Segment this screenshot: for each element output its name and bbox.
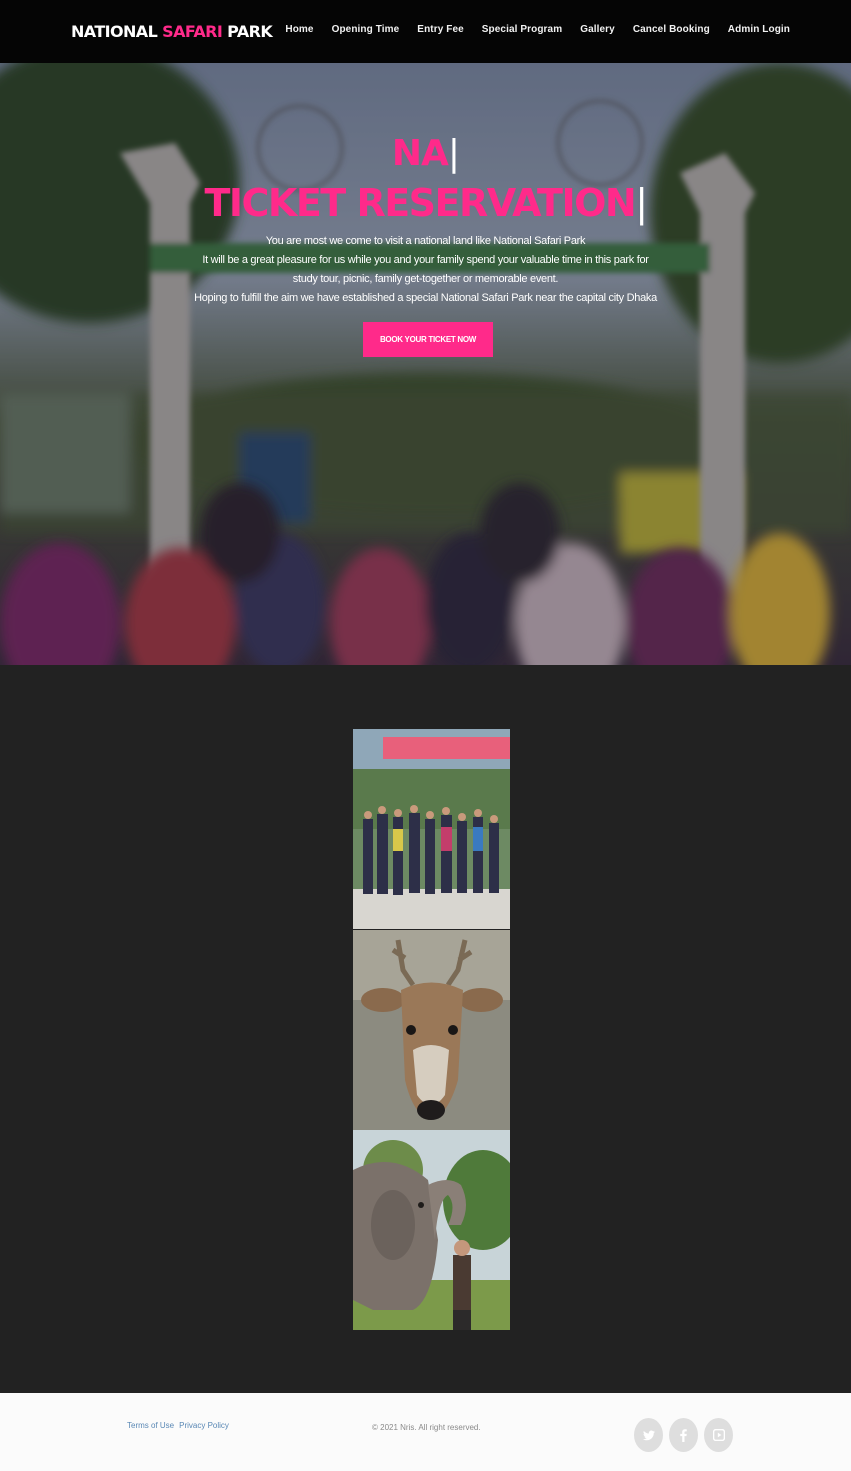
- brand-logo[interactable]: NATIONAL SAFARI PARK: [71, 22, 273, 41]
- nav-gallery[interactable]: Gallery: [580, 24, 615, 35]
- hero-paragraph-line: It will be a great pleasure for us while…: [202, 254, 649, 266]
- group-at-gate-image: [353, 729, 510, 929]
- hero-paragraph-line: You are most we come to visit a national…: [265, 235, 586, 247]
- gallery-photo-group[interactable]: [353, 729, 510, 929]
- privacy-policy-link[interactable]: Privacy Policy: [179, 1421, 229, 1430]
- deer-image: [353, 930, 510, 1130]
- typing-caret-2: |: [635, 181, 648, 225]
- social-links: [634, 1418, 733, 1452]
- hero-title-line-1: NA: [391, 133, 449, 174]
- footer-links: Terms of Use Privacy Policy: [127, 1421, 229, 1430]
- terms-of-use-link[interactable]: Terms of Use: [127, 1421, 174, 1430]
- elephant-image: [353, 1130, 510, 1330]
- nav-special-program[interactable]: Special Program: [482, 24, 562, 35]
- hero-paragraph-line: study tour, picnic, family get-together …: [292, 273, 559, 285]
- book-ticket-button[interactable]: BOOK YOUR TICKET NOW: [363, 322, 493, 357]
- twitter-icon[interactable]: [634, 1418, 663, 1452]
- nav-home[interactable]: Home: [285, 24, 313, 35]
- nav-opening-time[interactable]: Opening Time: [332, 24, 400, 35]
- copyright-text: © 2021 Nris. All right reserved.: [372, 1423, 481, 1432]
- gallery-photo-deer[interactable]: [353, 930, 510, 1130]
- footer: Terms of Use Privacy Policy © 2021 Nris.…: [0, 1393, 851, 1471]
- brand-part-1: NATIONAL: [71, 22, 163, 41]
- navbar: NATIONAL SAFARI PARK Home Opening Time E…: [0, 0, 851, 63]
- gallery-section: [0, 665, 851, 1393]
- gallery-photo-elephant[interactable]: [353, 1130, 510, 1330]
- hero-title-line-2: TICKET RESERVATION: [204, 181, 636, 225]
- facebook-icon[interactable]: [669, 1418, 698, 1452]
- youtube-icon[interactable]: [704, 1418, 733, 1452]
- hero-section: NA| TICKET RESERVATION| You are most we …: [0, 63, 851, 665]
- typing-caret: |: [447, 133, 460, 174]
- hero-paragraph-line: Hoping to fulfill the aim we have establ…: [194, 292, 657, 304]
- nav-entry-fee[interactable]: Entry Fee: [417, 24, 463, 35]
- nav-cancel-booking[interactable]: Cancel Booking: [633, 24, 710, 35]
- hero-title-main: TICKET RESERVATION|: [0, 181, 851, 225]
- brand-part-3: PARK: [222, 22, 273, 41]
- hero-title-typed: NA|: [0, 133, 851, 174]
- hero-description: You are most we come to visit a national…: [0, 232, 851, 308]
- brand-part-2: SAFARI: [162, 22, 223, 41]
- nav-admin-login[interactable]: Admin Login: [728, 24, 790, 35]
- main-nav: Home Opening Time Entry Fee Special Prog…: [285, 24, 790, 35]
